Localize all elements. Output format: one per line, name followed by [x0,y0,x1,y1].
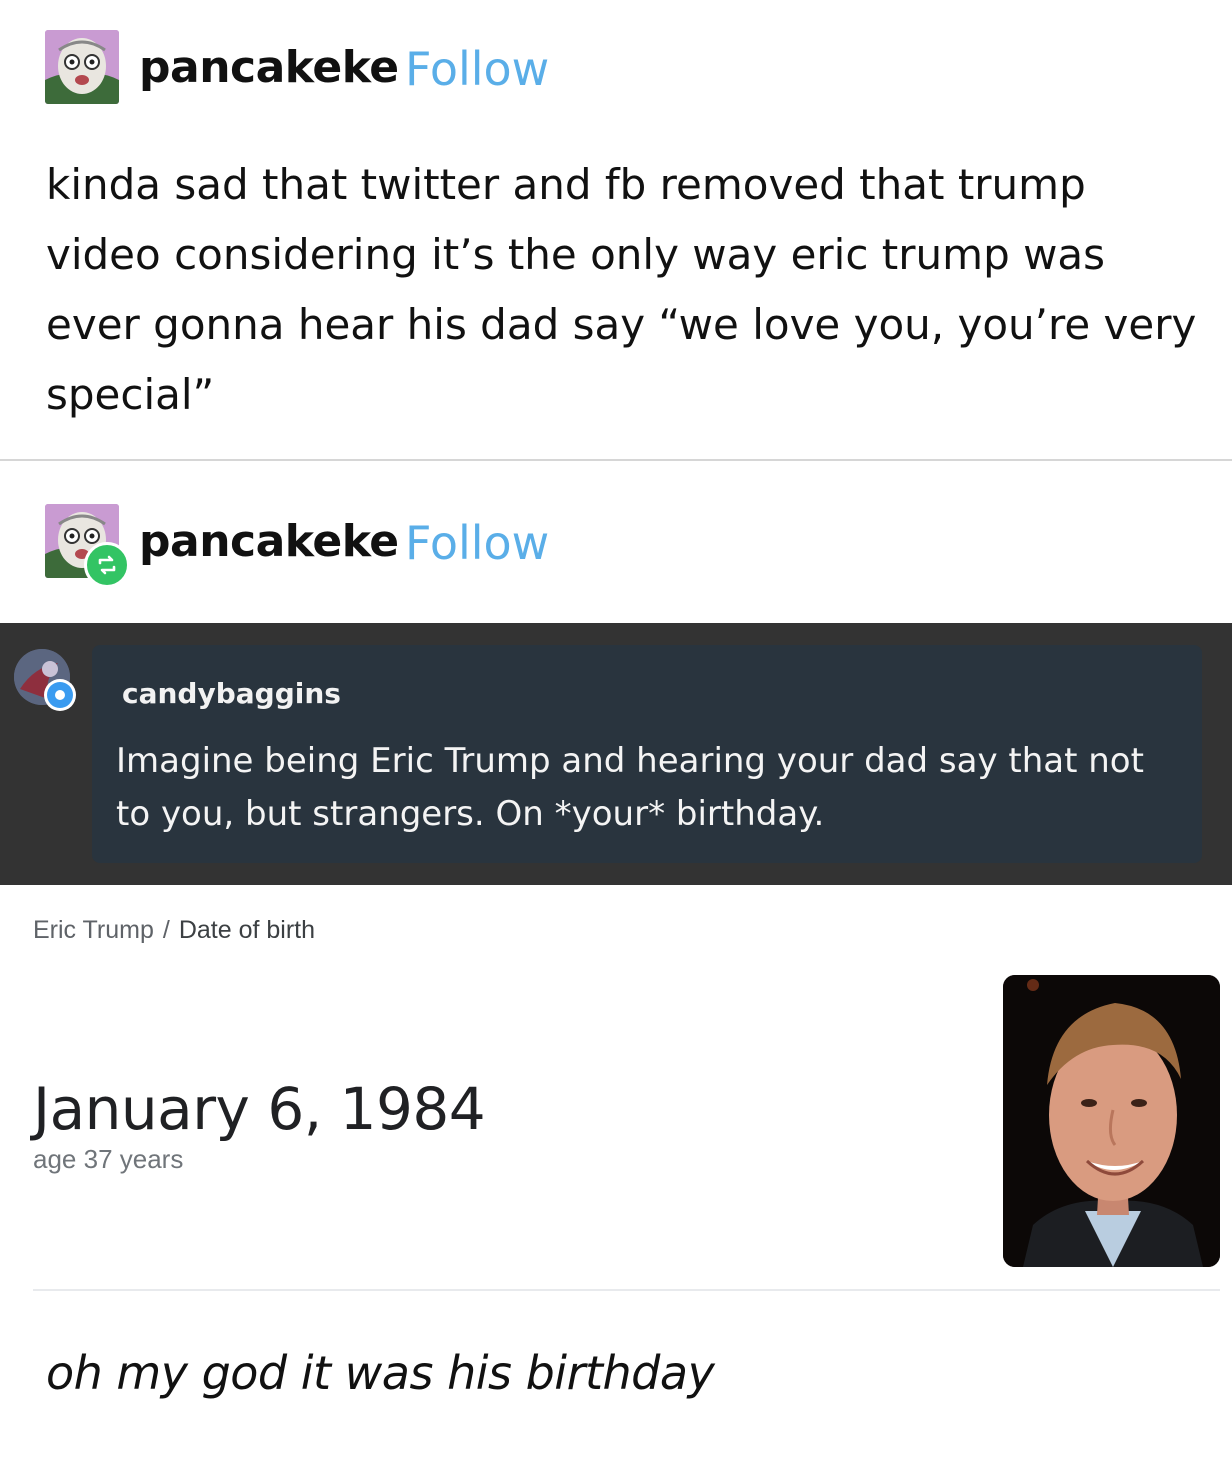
reblog-follow-button[interactable]: Follow [405,516,549,570]
breadcrumb-separator: / [162,916,170,944]
post-text: kinda sad that twitter and fb removed th… [46,160,1197,419]
result-divider [33,1289,1220,1291]
tweet-card: candybaggins Imagine being Eric Trump an… [92,645,1202,863]
tweet-username: candybaggins [122,677,341,710]
post-divider [0,459,1232,461]
post-username[interactable]: pancakeke [139,42,399,93]
follow-button[interactable]: Follow [405,42,549,96]
comment-text: oh my god it was his birthday [46,1346,715,1400]
reblog-username[interactable]: pancakeke [139,516,399,567]
tweet-text: Imagine being Eric Trump and hearing you… [116,741,1144,834]
breadcrumb: Eric Trump / Date of birth [33,916,315,945]
age-text: age 37 years [33,1144,184,1174]
breadcrumb-attribute: Date of birth [178,916,315,944]
portrait-image [1003,975,1220,1267]
chat-bubble-icon [44,679,76,711]
breadcrumb-entity[interactable]: Eric Trump [33,916,154,944]
person-photo[interactable] [1003,975,1220,1267]
avatar[interactable] [45,30,119,104]
reblog-icon [84,542,130,588]
date-of-birth: January 6, 1984 [33,1075,486,1143]
avatar-image [45,30,119,104]
tweet-screenshot: candybaggins Imagine being Eric Trump an… [0,623,1232,885]
